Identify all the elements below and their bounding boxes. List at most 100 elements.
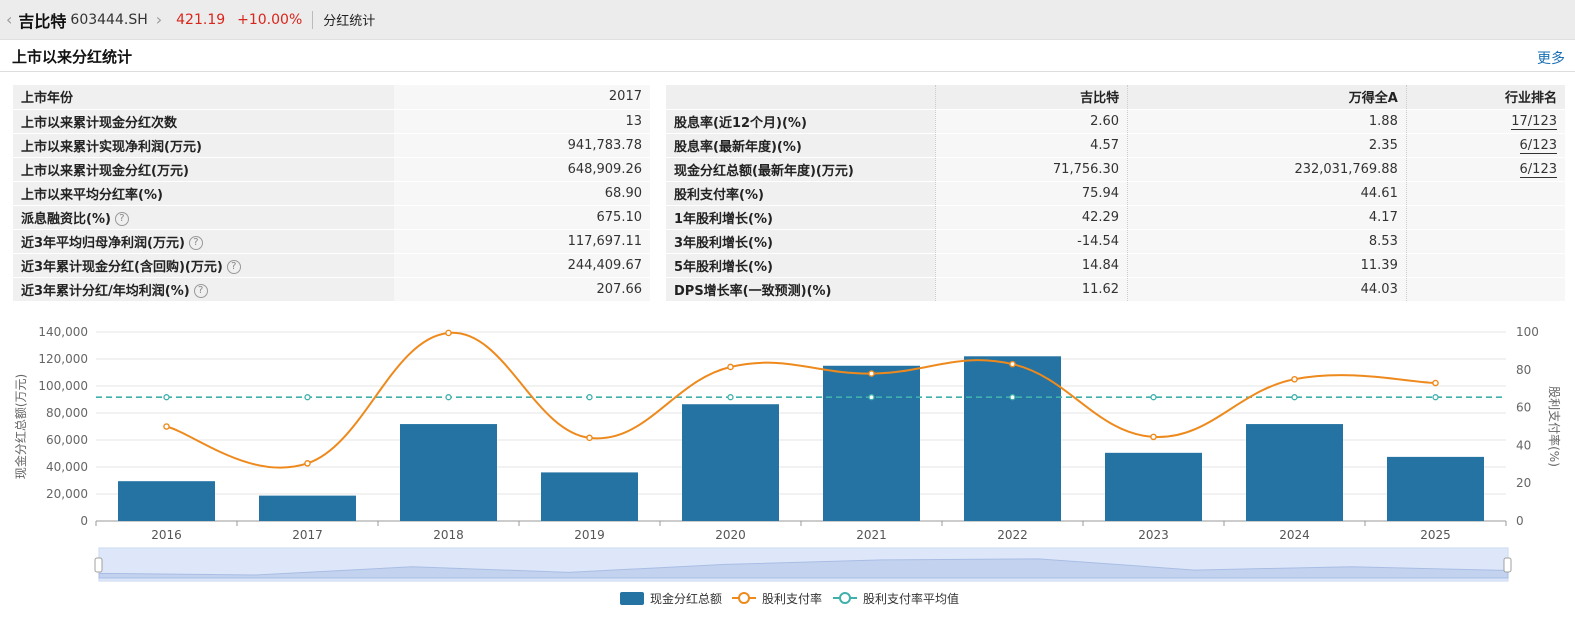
market-value: 2.35 [1127,133,1407,157]
table-row: 近3年累计分红/年均利润(%)? 207.66 [13,277,650,301]
bar-dividend-2025 [1387,456,1484,521]
industry-rank [1405,253,1565,277]
y-right-tick-label: 60 [1516,401,1531,415]
stock-change: +10.00% [237,11,303,28]
row-label-text: 派息融资比(%) [21,211,111,227]
row-label: 5年股利增长(%) [666,253,935,277]
y-left-axis-title: 现金分红总额(万元) [13,374,28,479]
payout-point-2018 [445,329,452,337]
rank-link[interactable]: 6/123 [1519,161,1557,178]
company-value: 14.84 [934,253,1128,277]
company-value: 71,756.30 [934,157,1128,181]
header-cell [666,85,935,109]
table-row: 股息率(最新年度)(%) 4.57 2.35 6/123 [666,133,1565,157]
industry-rank [1405,277,1565,301]
x-tick-label: 2019 [574,528,605,542]
row-label-text: 上市以来累计现金分红次数 [21,115,178,131]
bar-dividend-2018 [400,424,497,521]
table-row: 近3年累计现金分红(含回购)(万元)? 244,409.67 [13,253,650,277]
y-left-tick-label: 120,000 [38,352,88,366]
legend-item-line[interactable]: 股利支付率 [732,591,822,606]
table-row: 股息率(近12个月)(%) 2.60 1.88 17/123 [666,109,1565,133]
company-value: -14.54 [934,229,1128,253]
market-value: 11.39 [1127,253,1407,277]
y-right-tick-label: 100 [1516,325,1539,339]
table-row: 3年股利增长(%) -14.54 8.53 [666,229,1565,253]
table-row: DPS增长率(一致预测)(%) 11.62 44.03 [666,277,1565,301]
payout-point-2021 [868,370,875,377]
market-value: 232,031,769.88 [1127,157,1407,181]
row-value: 2017 [394,85,650,109]
table-row: 5年股利增长(%) 14.84 11.39 [666,253,1565,277]
zoom-slider[interactable] [94,547,1512,582]
y-left-tick-label: 100,000 [38,379,88,393]
header-cell: 万得全A [1127,85,1407,109]
y-right-tick-label: 20 [1516,476,1531,490]
bar-dividend-2017 [259,495,356,521]
average-point-2021 [868,394,875,401]
table-row: 1年股利增长(%) 42.29 4.17 [666,205,1565,229]
y-left-tick-label: 20,000 [46,487,88,501]
row-label: 股息率(近12个月)(%) [666,109,935,133]
row-value: 941,783.78 [394,133,650,157]
table-row: 上市以来累计现金分红(万元) 648,909.26 [13,157,650,181]
divider [312,10,314,29]
zoom-handle-left[interactable] [94,557,103,573]
company-value: 2.60 [934,109,1128,133]
x-tick-label: 2017 [292,528,323,542]
x-tick-label: 2024 [1279,528,1310,542]
average-point-2025 [1432,394,1439,401]
table-row: 上市年份 2017 [13,85,650,109]
row-label: 上市以来累计现金分红次数 [13,109,394,133]
row-label-text: 近3年累计现金分红(含回购)(万元) [21,259,223,275]
help-icon[interactable]: ? [226,260,241,274]
row-label: 上市以来累计实现净利润(万元) [13,133,394,157]
row-label-text: 近3年累计分红/年均利润(%) [21,283,190,299]
market-value: 44.03 [1127,277,1407,301]
more-link[interactable]: 更多 [1537,48,1565,68]
bar-dividend-2020 [682,404,779,521]
rank-link[interactable]: 6/123 [1519,137,1557,154]
payout-point-2024 [1291,375,1298,383]
average-point-2022 [1009,394,1016,401]
dividend-chart: 0 20,000 40,000 60,000 80,000 100,000 120,000 1… [13,325,1562,606]
legend-item-average[interactable]: 股利支付率平均值 [833,591,959,606]
row-label: 现金分红总额(最新年度)(万元) [666,157,935,181]
row-label: DPS增长率(一致预测)(%) [666,277,935,301]
industry-rank [1405,205,1565,229]
help-icon[interactable]: ? [114,212,129,226]
payout-point-2020 [727,363,734,371]
zoom-handle-right[interactable] [1503,557,1512,573]
top-bar: ‹ 吉比特 603444.SH › 421.19 +10.00% 分红统计 [0,0,1575,40]
market-value: 4.17 [1127,205,1407,229]
x-tick-label: 2025 [1420,528,1451,542]
market-value: 1.88 [1127,109,1407,133]
bar-dividend-2023 [1105,452,1202,521]
table-row: 股利支付率(%) 75.94 44.61 [666,181,1565,205]
chevron-left-icon[interactable]: ‹ [6,10,12,29]
y-left-tick-label: 0 [80,514,88,528]
industry-rank: 17/123 [1405,109,1565,133]
y-left-tick-label: 40,000 [46,460,88,474]
header-cell: 吉比特 [934,85,1128,109]
x-tick-label: 2016 [151,528,182,542]
y-right-tick-label: 80 [1516,363,1531,377]
table-row: 上市以来累计现金分红次数 13 [13,109,650,133]
help-icon[interactable]: ? [193,284,208,298]
table-row: 近3年平均归母净利润(万元)? 117,697.11 [13,229,650,253]
legend-label: 股利支付率 [762,591,822,606]
row-label: 股利支付率(%) [666,181,935,205]
row-label: 近3年平均归母净利润(万元)? [13,229,394,253]
legend-item-bar[interactable]: 现金分红总额 [620,591,722,606]
chevron-right-icon[interactable]: › [156,10,162,29]
row-label-text: 上市年份 [21,91,74,107]
legend-label: 股利支付率平均值 [863,591,959,606]
help-icon[interactable]: ? [188,236,203,250]
row-value: 648,909.26 [394,157,650,181]
row-label: 近3年累计分红/年均利润(%)? [13,277,394,301]
x-tick-label: 2020 [715,528,746,542]
rank-link[interactable]: 17/123 [1511,113,1557,130]
legend-marker [738,592,750,604]
comparison-table: 吉比特 万得全A 行业排名 股息率(近12个月)(%) 2.60 1.88 17/12… [666,85,1565,302]
y-left-tick-label: 140,000 [38,325,88,339]
